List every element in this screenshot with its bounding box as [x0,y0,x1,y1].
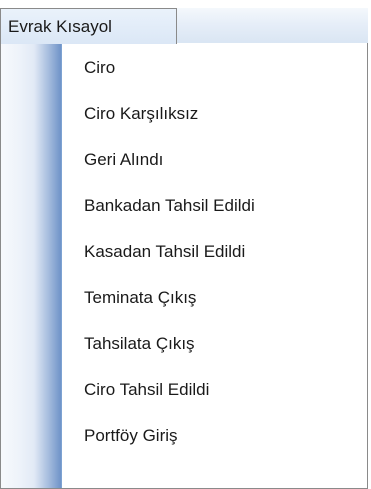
menu-item-tahsilata-cikis[interactable]: Tahsilata Çıkış [1,321,367,367]
context-window: Evrak Kısayol Ciro Ciro Karşılıksız Geri… [0,0,371,489]
menu-item-label: Portföy Giriş [84,426,178,445]
menu-items: Ciro Ciro Karşılıksız Geri Alındı Bankad… [1,43,367,459]
menu-item-bankadan-tahsil-edildi[interactable]: Bankadan Tahsil Edildi [1,183,367,229]
menu-item-label: Teminata Çıkış [84,288,197,307]
menu-item-label: Kasadan Tahsil Edildi [84,242,246,261]
menu-item-teminata-cikis[interactable]: Teminata Çıkış [1,275,367,321]
menu-item-geri-alindi[interactable]: Geri Alındı [1,137,367,183]
menu-title-label: Evrak Kısayol [8,16,112,36]
menu-item-ciro-karsiliksiz[interactable]: Ciro Karşılıksız [1,91,367,137]
menu-item-label: Ciro Tahsil Edildi [84,380,210,399]
menu-item-label: Ciro Karşılıksız [84,104,199,123]
menu-item-label: Geri Alındı [84,150,164,169]
menu-item-ciro-tahsil-edildi[interactable]: Ciro Tahsil Edildi [1,367,367,413]
menu-item-label: Tahsilata Çıkış [84,334,195,353]
menu-item-ciro[interactable]: Ciro [1,45,367,91]
menu-evrak-kisayol[interactable]: Evrak Kısayol [0,8,177,44]
menu-item-portfoy-giris[interactable]: Portföy Giriş [1,413,367,459]
dropdown-menu: Ciro Ciro Karşılıksız Geri Alındı Bankad… [0,43,368,489]
menu-item-label: Ciro [84,58,116,77]
menu-item-kasadan-tahsil-edildi[interactable]: Kasadan Tahsil Edildi [1,229,367,275]
menu-item-label: Bankadan Tahsil Edildi [84,196,255,215]
